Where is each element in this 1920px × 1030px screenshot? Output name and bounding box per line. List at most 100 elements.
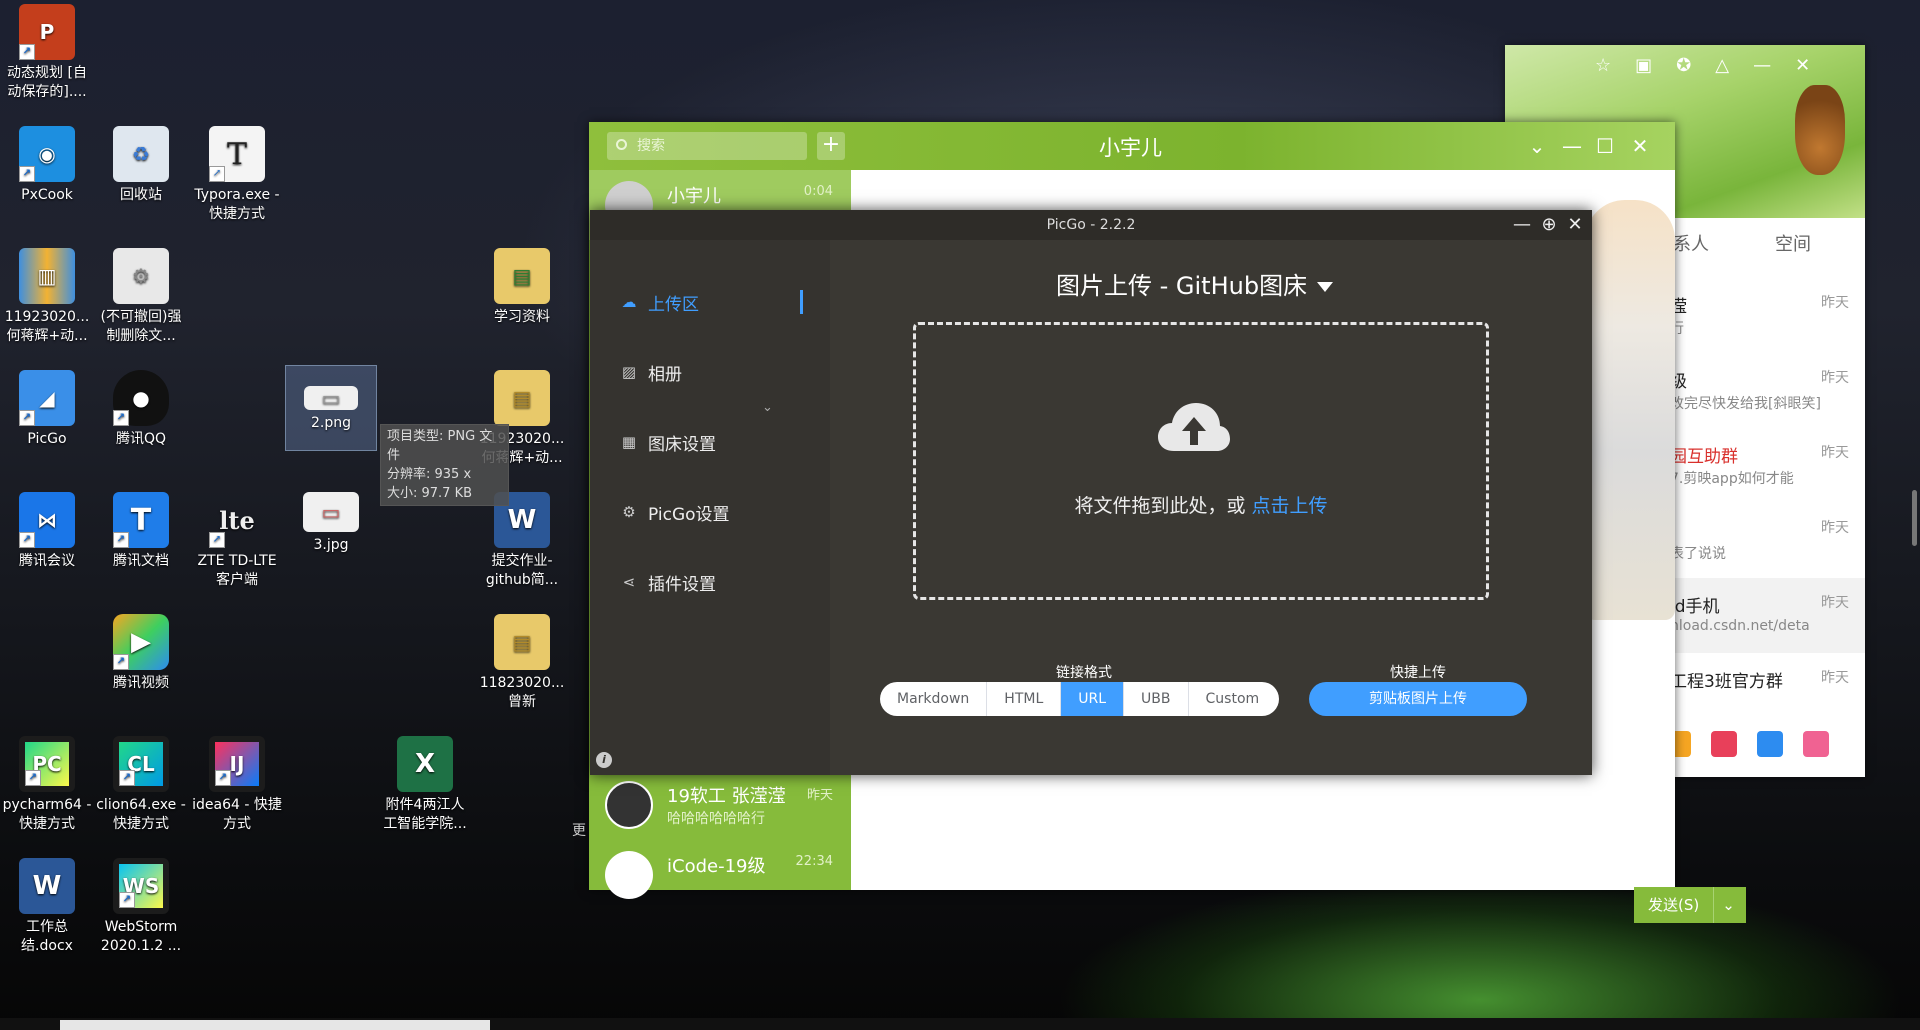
picgo-drop-zone[interactable]: 将文件拖到此处，或 点击上传 [913, 322, 1489, 600]
live-icon[interactable] [1711, 731, 1737, 757]
qq-conversation-item[interactable]: iCode-19级 22:34 [589, 840, 851, 910]
qq-list-toolbar: ☆ ▣ ✪ △ — ✕ [1595, 55, 1810, 76]
desktop-icon-label: 动态规划 [自动保存的].... [7, 65, 87, 100]
qq-send-button[interactable]: 发送(S) ⌄ [1634, 887, 1746, 923]
picgo-menu-upload[interactable]: ☁ 上传区 [620, 290, 700, 315]
plus-circle-icon[interactable]: ⊕ [1536, 210, 1562, 240]
medal-icon[interactable]: ✪ [1676, 55, 1691, 76]
star-icon[interactable]: ☆ [1595, 55, 1611, 76]
picgo-titlebar: PicGo - 2.2.2 — ⊕ ✕ [590, 210, 1592, 240]
picgo-sidebar: ☁ 上传区 ▨ 相册 ▦ 图床设置 ⌄ ⚙ PicGo设置 ⋖ 插件设置 i [590, 240, 830, 775]
excel-document-icon: X [397, 736, 453, 792]
qq-titlebar: 搜索 + 小宇儿 ⌄ — ☐ ✕ [589, 122, 1675, 170]
desktop-icon-picgo[interactable]: ◢ ↗ PicGo [2, 370, 92, 449]
menu-label: PicGo设置 [648, 504, 730, 525]
chevron-down-icon[interactable]: ⌄ [1713, 887, 1743, 923]
picgo-menu-host-settings[interactable]: ▦ 图床设置 [620, 430, 716, 455]
desktop-icon-label: 学习资料 [494, 309, 550, 325]
cloud-icon[interactable] [1757, 731, 1783, 757]
desktop-icon-zte[interactable]: lte ↗ ZTE TD-LTE 客户端 [192, 492, 282, 590]
desktop-icon-label: 11923020... 何蒋辉+动... [4, 309, 90, 344]
format-ubb-button[interactable]: UBB [1124, 682, 1189, 716]
close-icon[interactable]: ✕ [1562, 210, 1588, 240]
desktop-icon-label: 附件4两江人工智能学院... [383, 797, 467, 832]
desktop-icon-tencent-video[interactable]: ▶ ↗ 腾讯视频 [96, 614, 186, 693]
cloud-upload-icon: ☁ [621, 293, 637, 311]
desktop-icon-clion[interactable]: CL ↗ clion64.exe - 快捷方式 [96, 736, 186, 834]
drop-hint: 将文件拖到此处，或 [1074, 495, 1246, 517]
chevron-down-icon[interactable]: ⌄ [1524, 134, 1550, 158]
edge-scrollbar[interactable] [1912, 490, 1917, 546]
chevron-down-icon[interactable]: ⌄ [762, 400, 773, 415]
qq-add-button[interactable]: + [817, 132, 845, 160]
list-item-title: 园互助群 [1670, 447, 1738, 467]
folder-icon: ▤ [494, 370, 550, 426]
desktop-icon-folder-3[interactable]: ▤ 11823020... 曾新 [477, 614, 567, 712]
qq-list-tab-space[interactable]: 空间 [1775, 230, 1811, 256]
desktop-icon-qq[interactable]: ● ↗ 腾讯QQ [96, 370, 186, 449]
qq-search-input[interactable]: 搜索 [607, 132, 807, 160]
desktop-icon-study-folder[interactable]: ▤ 学习资料 [477, 248, 567, 327]
desktop-icon-webstorm[interactable]: WS ↗ WebStorm 2020.1.2 ... [96, 858, 186, 956]
picgo-menu-plugin-settings[interactable]: ⋖ 插件设置 [620, 570, 716, 595]
minimize-icon[interactable]: — [1753, 55, 1771, 76]
maximize-icon[interactable]: ☐ [1592, 134, 1618, 158]
click-upload-link[interactable]: 点击上传 [1252, 495, 1328, 517]
desktop-icon-ppt[interactable]: P ↗ 动态规划 [自动保存的].... [2, 4, 92, 102]
chat-background-character [1585, 200, 1675, 620]
tooltip-size: 大小: 97.7 KB [387, 486, 473, 501]
qq-conversation-item[interactable]: 19软工 张滢滢 哈哈哈哈哈哈行 昨天 [589, 770, 851, 840]
gift-icon[interactable]: ▣ [1635, 55, 1652, 76]
taskbar [0, 1018, 1920, 1030]
qq-list-tab-contacts[interactable]: 系人 [1673, 230, 1709, 256]
heading-text: 图片上传 - GitHub图床 [1056, 272, 1308, 300]
conversation-name: 小宇儿 [667, 186, 721, 207]
list-item-sub: 改完尽快发给我[斜眼笑] [1670, 396, 1821, 412]
tencent-video-icon: ▶ ↗ [113, 614, 169, 670]
format-url-button[interactable]: URL [1061, 682, 1125, 716]
desktop-icon-pycharm[interactable]: PC ↗ pycharm64 - 快捷方式 [2, 736, 92, 834]
taskbar-item[interactable] [60, 1020, 490, 1030]
grid-icon: ▦ [621, 433, 637, 451]
desktop-icon-winrar[interactable]: ▥ 11923020... 何蒋辉+动... [2, 248, 92, 346]
format-markdown-button[interactable]: Markdown [880, 682, 988, 716]
menu-label: 相册 [648, 364, 682, 385]
close-icon[interactable]: ✕ [1627, 134, 1653, 158]
desktop-icon-recycle-bin[interactable]: ♻ 回收站 [96, 126, 186, 205]
quick-upload-label: 快捷上传 [1390, 665, 1446, 681]
alert-icon[interactable]: △ [1715, 55, 1729, 76]
desktop-icon-tencent-meeting[interactable]: ⋈ ↗ 腾讯会议 [2, 492, 92, 571]
search-icon [616, 139, 627, 150]
desktop-icon-pxcook[interactable]: ◉ ↗ PxCook [2, 126, 92, 205]
close-icon[interactable]: ✕ [1795, 55, 1810, 76]
desktop-icon-3jpg[interactable]: ▭ 3.jpg [286, 492, 376, 555]
apps-icon[interactable] [1803, 731, 1829, 757]
desktop-icon-label: 11823020... 曾新 [479, 675, 565, 710]
desktop-icon-word-homework[interactable]: W 提交作业-github简... [477, 492, 567, 590]
list-item-sub: 表了说说 [1670, 546, 1726, 562]
format-custom-button[interactable]: Custom [1189, 682, 1280, 716]
clipboard-upload-button[interactable]: 剪贴板图片上传 [1309, 682, 1527, 716]
desktop-icon-excel[interactable]: X 附件4两江人工智能学院... [380, 736, 470, 834]
list-item-date: 昨天 [1821, 295, 1849, 311]
info-icon[interactable]: i [596, 752, 612, 768]
minimize-icon[interactable]: — [1559, 134, 1585, 158]
picgo-menu-gallery[interactable]: ▨ 相册 [620, 360, 682, 385]
desktop-icon-force-delete[interactable]: ⚙ (不可撤回)强制删除文... [96, 248, 186, 346]
desktop-icon-label: idea64 - 快捷方式 [192, 797, 282, 832]
format-html-button[interactable]: HTML [987, 682, 1062, 716]
desktop-icon-label: 提交作业-github简... [485, 553, 559, 588]
qq-list-footer [1665, 731, 1829, 757]
tooltip-resolution: 分辨率: 935 x [387, 467, 472, 482]
desktop-icon-label: clion64.exe - 快捷方式 [96, 797, 186, 832]
picgo-upload-heading[interactable]: 图片上传 - GitHub图床 [1056, 266, 1334, 301]
desktop-icon-word-summary[interactable]: W 工作总结.docx [2, 858, 92, 956]
desktop-icon-2png[interactable]: ▭ 2.png [285, 365, 377, 451]
share-icon: ⋖ [622, 573, 636, 591]
desktop-icon-idea[interactable]: IJ ↗ idea64 - 快捷方式 [192, 736, 282, 834]
minimize-icon[interactable]: — [1509, 210, 1535, 240]
picgo-menu-picgo-settings[interactable]: ⚙ PicGo设置 [620, 500, 730, 525]
desktop-icon-tencent-docs[interactable]: T ↗ 腾讯文档 [96, 492, 186, 571]
desktop-icon-typora[interactable]: T ↗ Typora.exe - 快捷方式 [192, 126, 282, 224]
list-item-date: 昨天 [1821, 520, 1849, 536]
